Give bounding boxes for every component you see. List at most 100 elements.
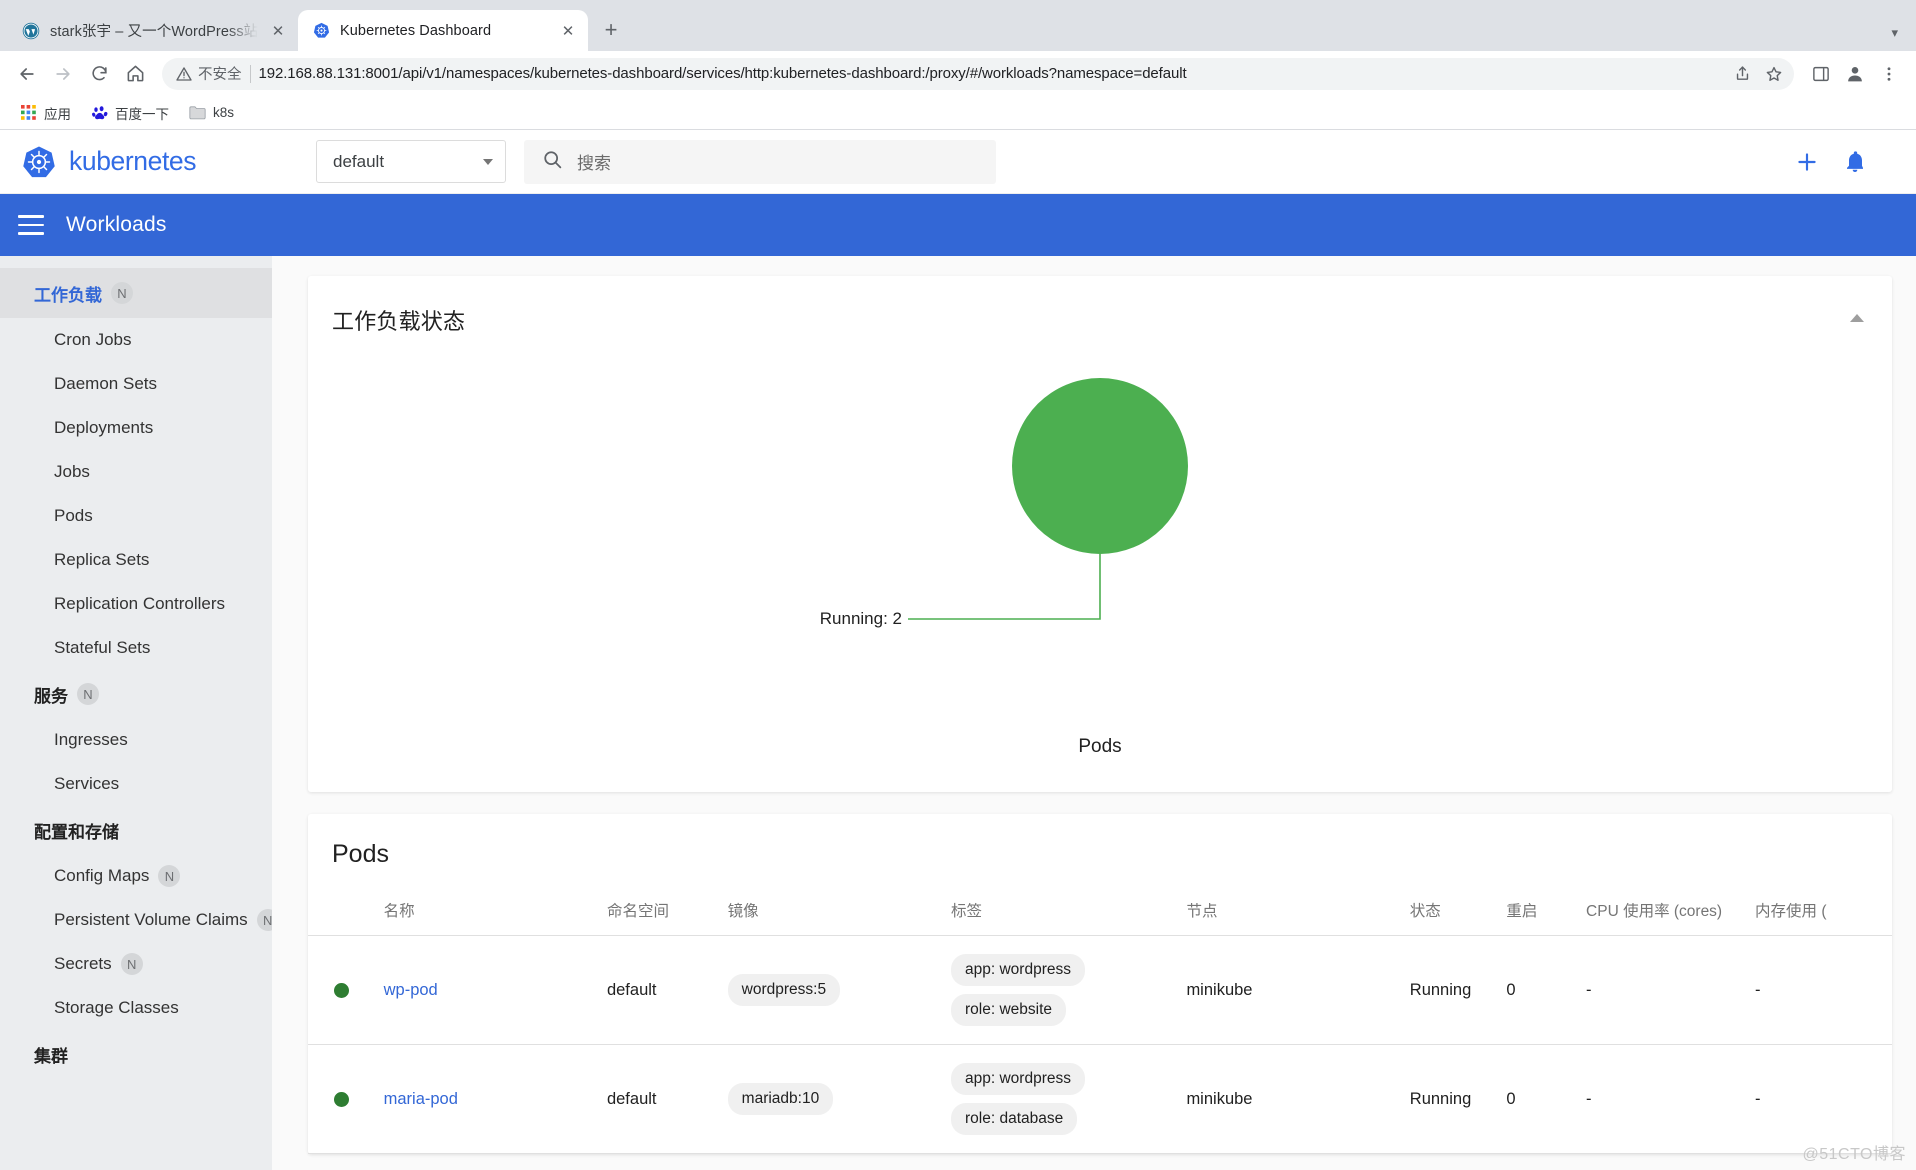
sidebar-item-services[interactable]: Services xyxy=(0,762,272,806)
pod-cpu-cell: - xyxy=(1578,1044,1748,1154)
pod-namespace-cell: default xyxy=(598,1044,720,1154)
column-header-memory[interactable]: 内存使用 ( xyxy=(1747,887,1892,936)
pod-link[interactable]: wp-pod xyxy=(384,981,438,999)
browser-tab-kubernetes-dashboard[interactable]: Kubernetes Dashboard ✕ xyxy=(298,10,588,51)
column-header-cpu[interactable]: CPU 使用率 (cores) xyxy=(1578,887,1748,936)
main-content: 工作负载状态 Running: 2 Pods Pods 名称 命名空间 镜像 标… xyxy=(272,256,1916,1170)
bookmark-label: k8s xyxy=(213,105,235,120)
side-panel-icon[interactable] xyxy=(1804,57,1838,91)
namespace-selector[interactable]: default xyxy=(316,140,506,183)
sidebar-item-persistent-volume-claims[interactable]: Persistent Volume Claims N xyxy=(0,898,272,942)
chevron-down-icon[interactable]: ▾ xyxy=(1891,25,1898,41)
sidebar-section-label: 集群 xyxy=(34,1046,68,1066)
create-button[interactable] xyxy=(1786,141,1828,183)
folder-icon xyxy=(189,104,206,121)
pod-name-cell[interactable]: maria-pod xyxy=(375,1044,599,1154)
search-input[interactable]: 搜索 xyxy=(524,139,996,184)
share-icon[interactable] xyxy=(1728,60,1756,88)
sidebar-item-secrets[interactable]: Secrets N xyxy=(0,942,272,986)
sidebar-item-label: Config Maps xyxy=(54,866,150,885)
pod-image-cell: mariadb:10 xyxy=(719,1044,944,1154)
three-dot-menu-icon[interactable] xyxy=(1872,57,1906,91)
sidebar-item-replica-sets[interactable]: Replica Sets xyxy=(0,538,272,582)
kubernetes-logo-icon xyxy=(22,145,56,179)
pod-restarts-cell: 0 xyxy=(1498,1044,1579,1154)
sidebar-item-deployments[interactable]: Deployments xyxy=(0,406,272,450)
back-button[interactable] xyxy=(10,57,44,91)
kubernetes-icon xyxy=(312,22,330,40)
profile-avatar-icon[interactable] xyxy=(1840,59,1870,89)
sidebar-item-config-maps[interactable]: Config Maps N xyxy=(0,854,272,898)
sidebar-item-ingresses[interactable]: Ingresses xyxy=(0,718,272,762)
new-tab-button[interactable]: + xyxy=(594,13,628,47)
pods-table-body: wp-pod default wordpress:5 app: wordpres… xyxy=(308,935,1892,1154)
pod-link[interactable]: maria-pod xyxy=(384,1090,458,1108)
column-header-name[interactable]: 名称 xyxy=(375,887,599,936)
table-row[interactable]: maria-pod default mariadb:10 app: wordpr… xyxy=(308,1044,1892,1154)
workload-status-card: 工作负载状态 Running: 2 Pods xyxy=(308,276,1892,792)
security-indicator[interactable]: 不安全 xyxy=(176,63,242,84)
hamburger-menu-icon[interactable] xyxy=(18,215,44,235)
notifications-button[interactable] xyxy=(1834,141,1876,183)
label-chip: role: website xyxy=(951,994,1067,1026)
sidebar-item-label: Storage Classes xyxy=(54,998,179,1017)
sidebar-section-cluster[interactable]: 集群 xyxy=(0,1030,272,1078)
address-bar[interactable]: 不安全 192.168.88.131:8001/api/v1/namespace… xyxy=(162,57,1794,90)
namespaced-badge: N xyxy=(256,909,272,931)
reload-button[interactable] xyxy=(82,57,116,91)
sidebar-item-label: Ingresses xyxy=(54,730,128,749)
column-header-node[interactable]: 节点 xyxy=(1178,887,1402,936)
home-button[interactable] xyxy=(118,57,152,91)
sidebar-section-services[interactable]: 服务 N xyxy=(0,670,272,718)
sidebar-item-jobs[interactable]: Jobs xyxy=(0,450,272,494)
sidebar-item-label: Cron Jobs xyxy=(54,330,132,349)
pods-table: 名称 命名空间 镜像 标签 节点 状态 重启 CPU 使用率 (cores) 内… xyxy=(308,887,1892,1154)
search-placeholder: 搜索 xyxy=(577,154,611,173)
sidebar-item-replication-controllers[interactable]: Replication Controllers xyxy=(0,582,272,626)
column-header-image[interactable]: 镜像 xyxy=(719,887,944,936)
chevron-up-icon[interactable] xyxy=(1850,314,1864,322)
bookmarks-bar: 应用 百度一下 k8s xyxy=(0,96,1916,130)
tab-title: Kubernetes Dashboard xyxy=(340,22,492,39)
pod-status-cell: Running xyxy=(1401,1044,1499,1154)
column-header-restarts[interactable]: 重启 xyxy=(1498,887,1579,936)
sidebar-item-stateful-sets[interactable]: Stateful Sets xyxy=(0,626,272,670)
sidebar-item-label: Secrets xyxy=(54,954,112,973)
column-header-status[interactable]: 状态 xyxy=(1401,887,1499,936)
table-header-row: 名称 命名空间 镜像 标签 节点 状态 重启 CPU 使用率 (cores) 内… xyxy=(308,887,1892,936)
sidebar-item-storage-classes[interactable]: Storage Classes xyxy=(0,986,272,1030)
column-header-namespace[interactable]: 命名空间 xyxy=(598,887,720,936)
close-icon[interactable]: ✕ xyxy=(558,21,578,41)
label-chip: app: wordpress xyxy=(951,1063,1085,1095)
sidebar-item-label: Persistent Volume Claims xyxy=(54,910,248,929)
close-icon[interactable]: ✕ xyxy=(268,21,288,41)
sidebar-item-workloads[interactable]: 工作负载 N xyxy=(0,268,272,318)
image-chip: mariadb:10 xyxy=(727,1083,834,1115)
star-icon[interactable] xyxy=(1760,60,1788,88)
sidebar-item-pods[interactable]: Pods xyxy=(0,494,272,538)
bookmark-apps[interactable]: 应用 xyxy=(12,99,79,127)
pod-status-indicator xyxy=(308,935,376,1045)
sidebar-section-config-storage[interactable]: 配置和存储 xyxy=(0,806,272,854)
sidebar-item-cron-jobs[interactable]: Cron Jobs xyxy=(0,318,272,362)
bookmark-k8s-folder[interactable]: k8s xyxy=(181,100,242,125)
pod-memory-cell: - xyxy=(1747,1044,1892,1154)
bookmark-label: 应用 xyxy=(44,106,71,122)
table-row[interactable]: wp-pod default wordpress:5 app: wordpres… xyxy=(308,935,1892,1045)
pod-name-cell[interactable]: wp-pod xyxy=(375,935,599,1045)
column-header-labels[interactable]: 标签 xyxy=(943,887,1179,936)
chevron-down-icon xyxy=(483,158,493,165)
browser-tab-wordpress[interactable]: stark张宇 – 又一个WordPress站 ✕ xyxy=(8,10,298,51)
card-title: 工作负载状态 xyxy=(332,309,466,334)
pods-table-title: Pods xyxy=(332,840,389,868)
sidebar-item-daemon-sets[interactable]: Daemon Sets xyxy=(0,362,272,406)
pie-slice-running xyxy=(1012,378,1188,554)
brand-logo[interactable]: kubernetes xyxy=(22,145,294,179)
omnibox-actions xyxy=(1728,60,1788,88)
sidebar-item-label: Deployments xyxy=(54,418,154,437)
forward-button[interactable] xyxy=(46,57,80,91)
pod-status-cell: Running xyxy=(1401,935,1499,1045)
bookmark-baidu[interactable]: 百度一下 xyxy=(83,99,177,127)
tab-strip: stark张宇 – 又一个WordPress站 ✕ Kubernetes Das… xyxy=(0,0,1916,51)
sidebar-item-label: Stateful Sets xyxy=(54,638,151,657)
